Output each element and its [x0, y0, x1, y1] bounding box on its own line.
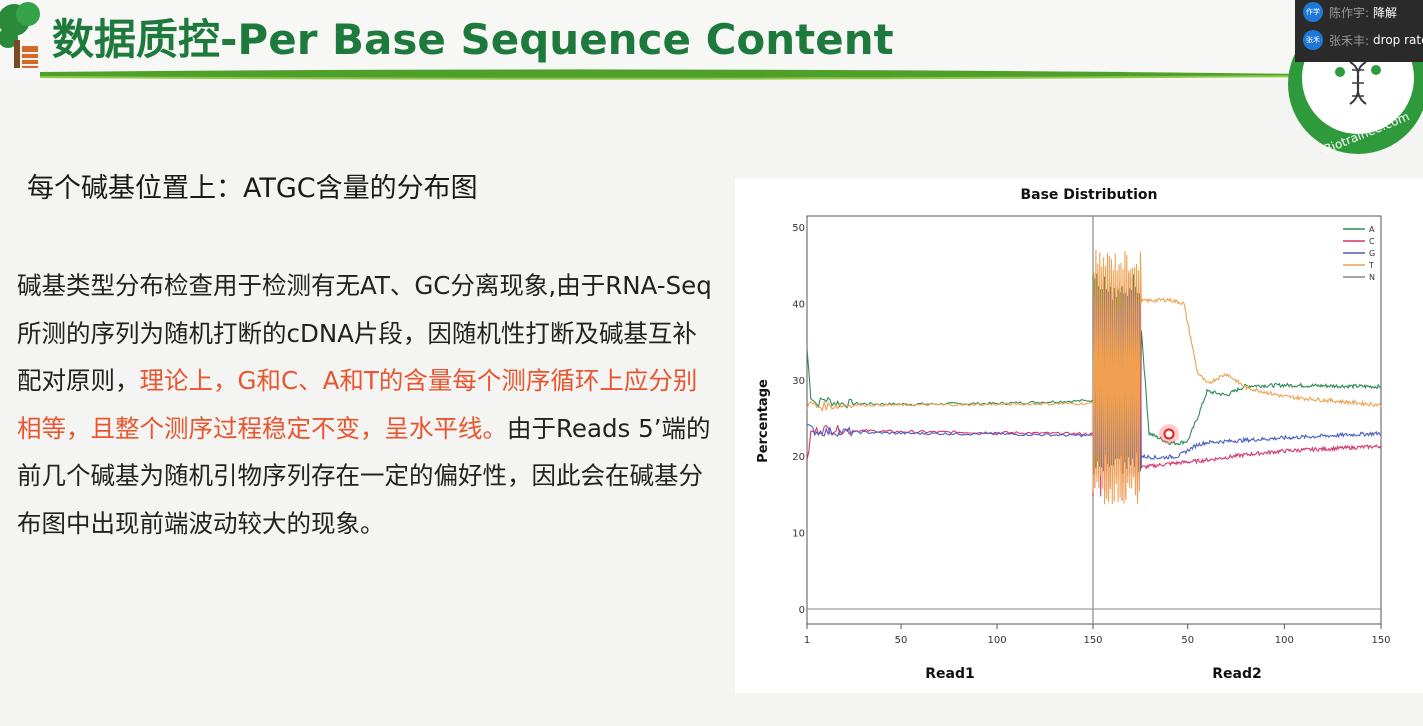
legend-label-a: A	[1369, 225, 1375, 234]
x-tick-label: 50	[1181, 635, 1194, 646]
x-tick-label: 50	[895, 635, 908, 646]
x-tick-label: 150	[1371, 635, 1390, 646]
chat-message: 作学 陈作宇: 降解	[1295, 0, 1423, 24]
chat-sender: 张禾丰:	[1329, 33, 1370, 48]
x-tick-label: 100	[987, 635, 1006, 646]
avatar: 作学	[1303, 2, 1323, 22]
y-axis-label: Percentage	[756, 379, 771, 463]
x-tick-label: 100	[1275, 635, 1294, 646]
avatar: 张禾	[1303, 30, 1323, 50]
legend-label-t: T	[1368, 261, 1374, 270]
tree-logo-icon	[0, 2, 40, 68]
x-tick-label: 150	[1083, 635, 1102, 646]
chat-sender: 陈作宇:	[1329, 5, 1370, 20]
chat-overlay: 作学 陈作宇: 降解 张禾 张禾丰: drop rate	[1295, 0, 1423, 62]
page-title: 数据质控-Per Base Sequence Content	[52, 15, 894, 64]
chart-title: Base Distribution	[1020, 187, 1157, 203]
legend-label-g: G	[1369, 249, 1375, 258]
description-paragraph: 碱基类型分布检查用于检测有无AT、GC分离现象,由于RNA-Seq所测的序列为随…	[17, 262, 717, 547]
y-tick-label: 50	[792, 223, 805, 234]
slide-header: 数据质控-Per Base Sequence Content	[0, 0, 1423, 80]
section-subtitle: 每个碱基位置上：ATGC含量的分布图	[27, 173, 478, 204]
y-tick-label: 20	[792, 452, 805, 463]
x-tick-label: 1	[804, 635, 810, 646]
legend-label-n: N	[1369, 273, 1375, 282]
y-tick-label: 30	[792, 376, 805, 387]
x-axis-label-read2: Read2	[1212, 666, 1262, 682]
y-tick-label: 10	[792, 529, 805, 540]
y-tick-label: 0	[799, 605, 805, 616]
y-tick-label: 40	[792, 299, 805, 310]
legend-label-c: C	[1369, 237, 1375, 246]
chat-message: 张禾 张禾丰: drop rate	[1295, 28, 1423, 52]
title-underline	[40, 69, 1300, 80]
chart-svg: Base DistributionPercentage010203040501 5…	[756, 187, 1391, 682]
chat-text: drop rate	[1373, 33, 1423, 47]
chat-text: 降解	[1373, 5, 1398, 20]
x-axis-label-read1: Read1	[925, 666, 975, 682]
cursor-pointer-icon	[1163, 428, 1175, 440]
base-distribution-chart: Base Distribution Percentage 0 10 20 30 40 50 1 5…	[735, 178, 1423, 693]
